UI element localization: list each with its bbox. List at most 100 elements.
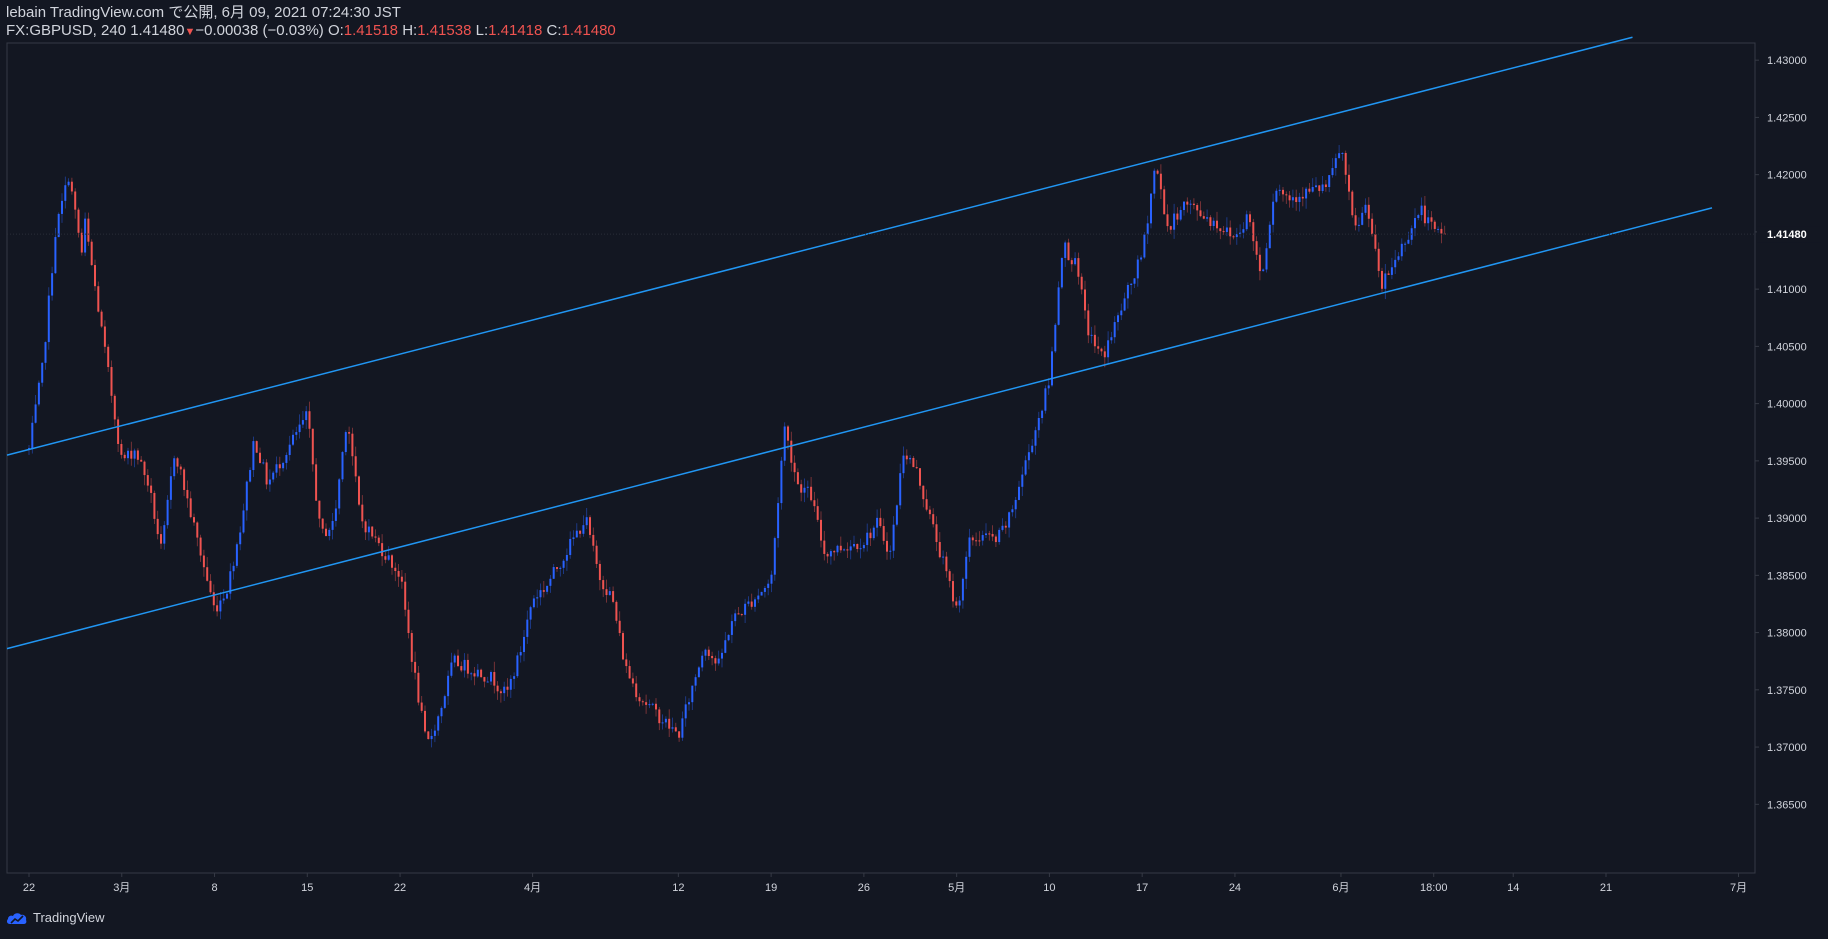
candle-body	[1093, 334, 1096, 347]
candle-body	[117, 419, 120, 444]
candle-body	[598, 563, 601, 581]
candle-body	[275, 464, 278, 473]
candle-body	[235, 544, 238, 566]
candle-body	[110, 367, 113, 396]
candle-body	[447, 675, 450, 697]
candle-body	[618, 620, 621, 634]
candle-body	[1384, 273, 1387, 289]
channel-lines[interactable]	[6, 36, 1713, 650]
candle-body	[1338, 153, 1341, 159]
candle-body	[1084, 289, 1086, 311]
candle-body	[334, 508, 337, 521]
candle-body	[833, 551, 836, 553]
candle-body	[1150, 193, 1152, 224]
price-axis[interactable]: 1.430001.425001.420001.415001.410001.405…	[7, 55, 1821, 811]
candle-body	[523, 636, 525, 653]
candle-body	[1301, 196, 1304, 199]
candle-body	[503, 686, 506, 694]
candle-body	[655, 703, 657, 710]
candle-body	[968, 537, 971, 557]
candle-body	[569, 538, 572, 555]
candle-body	[100, 311, 103, 327]
candle-body	[166, 499, 169, 526]
candle-body	[1146, 223, 1149, 235]
candle-body	[1219, 228, 1222, 232]
candle-body	[803, 487, 806, 493]
candle-body	[664, 718, 667, 723]
candle-body	[268, 479, 271, 485]
candle-body	[308, 411, 311, 429]
candle-body	[305, 411, 308, 421]
candle-body	[150, 485, 153, 493]
candle-body	[1192, 203, 1195, 206]
candle-body	[872, 527, 875, 539]
time-axis[interactable]: 22 3月 8 15 22 4月 12 19 26 5月 10 17 24 6月 18:00 14 21 7月	[23, 873, 1747, 894]
candle-body	[737, 613, 740, 615]
candle-body	[1103, 351, 1106, 358]
candle-body	[1037, 417, 1040, 431]
candle-body	[565, 554, 568, 561]
candle-body	[1054, 324, 1057, 352]
upper-channel-line[interactable]	[6, 36, 1633, 456]
candle-body	[262, 462, 265, 464]
candle-body	[1209, 217, 1212, 226]
candle-body	[1295, 197, 1298, 203]
candle-body	[707, 649, 710, 656]
candle-body	[1113, 322, 1116, 338]
candle-body	[259, 452, 261, 463]
candle-body	[988, 533, 991, 535]
candle-body	[859, 548, 862, 550]
candle-body	[529, 607, 532, 620]
candle-body	[1245, 214, 1248, 230]
candle-body	[1041, 410, 1044, 418]
candle-body	[31, 422, 34, 449]
candle-body	[839, 545, 842, 551]
price-chart[interactable]: 1.430001.425001.420001.415001.410001.405…	[0, 0, 1828, 939]
time-tick-label: 12	[672, 882, 684, 894]
candle-body	[1364, 204, 1367, 213]
tradingview-logo[interactable]: TradingView	[6, 910, 105, 925]
candle-body	[153, 492, 156, 519]
time-tick-label: 4月	[524, 882, 541, 894]
candle-body	[1222, 231, 1225, 233]
lower-channel-line[interactable]	[6, 207, 1713, 650]
candle-body	[1258, 254, 1261, 272]
candle-body	[981, 535, 984, 541]
candle-body	[1044, 388, 1047, 411]
candle-body	[97, 286, 100, 312]
candle-body	[394, 567, 397, 572]
candle-body	[1004, 525, 1007, 528]
candle-body	[1417, 215, 1420, 219]
candle-body	[249, 470, 252, 482]
candle-body	[460, 666, 463, 671]
candle-body	[1324, 184, 1327, 188]
candle-body	[1390, 267, 1393, 275]
candle-body	[1183, 201, 1185, 211]
candle-body	[1080, 276, 1083, 290]
candle-body	[763, 587, 766, 592]
candle-body	[879, 517, 882, 527]
candle-body	[318, 500, 321, 519]
candle-body	[1018, 486, 1020, 500]
candle-body	[338, 479, 341, 509]
candle-body	[1031, 445, 1034, 453]
candle-body	[420, 702, 423, 711]
candle-body	[70, 181, 73, 192]
candle-body	[595, 545, 598, 564]
candle-body	[87, 218, 90, 242]
candle-body	[397, 571, 400, 577]
candle-body	[928, 509, 931, 515]
price-tick-label: 1.42500	[1767, 112, 1807, 124]
candle-body	[526, 619, 529, 637]
candle-body	[645, 702, 648, 705]
candle-body	[810, 486, 813, 501]
candle-body	[589, 517, 591, 535]
candle-body	[222, 598, 225, 601]
candle-body	[1420, 205, 1423, 216]
candle-body	[1371, 218, 1374, 235]
candle-body	[457, 655, 459, 667]
candle-body	[747, 601, 750, 604]
last-price-label: 1.41480	[1767, 229, 1807, 241]
candle-body	[404, 581, 407, 610]
candle-body	[57, 213, 60, 238]
